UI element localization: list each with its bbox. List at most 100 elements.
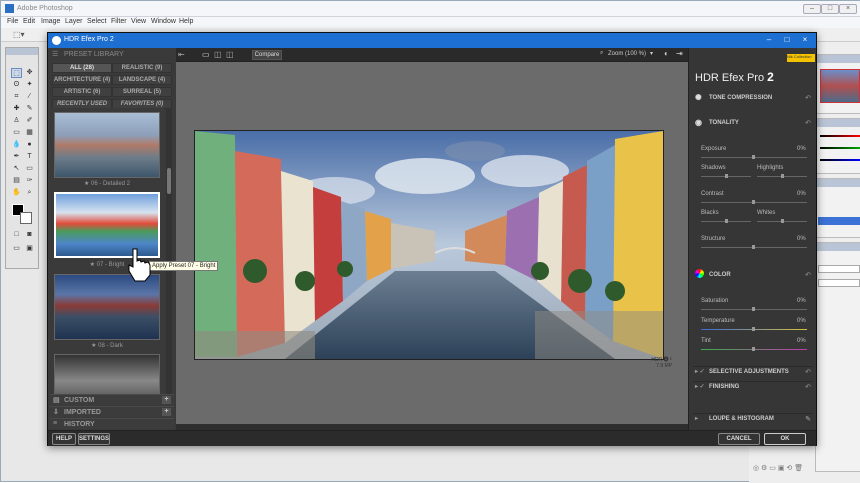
minimize-button[interactable]: – — [803, 4, 821, 14]
contrast-slider[interactable] — [701, 200, 807, 204]
expand-selective-icon[interactable]: ▸ ✓ — [695, 368, 705, 375]
hdr-close-button[interactable]: × — [798, 34, 812, 46]
lasso-tool-icon[interactable]: ʘ — [11, 80, 22, 90]
temperature-slider[interactable] — [701, 327, 807, 331]
category-surreal[interactable]: SURREAL (5) — [112, 87, 172, 97]
color-reset-icon[interactable]: ↶ — [805, 271, 811, 279]
ok-button[interactable]: OK — [764, 433, 806, 445]
hdr-maximize-button[interactable]: □ — [780, 34, 794, 46]
temperature-knob[interactable] — [752, 327, 755, 331]
saturation-slider[interactable] — [701, 307, 807, 311]
structure-slider[interactable] — [701, 245, 807, 249]
loupe-pin-icon[interactable]: ✎ — [805, 415, 811, 423]
menu-image[interactable]: Image — [41, 18, 60, 25]
contrast-knob[interactable] — [752, 200, 755, 204]
preset-08-thumbnail[interactable] — [54, 274, 160, 340]
background-color-swatch[interactable] — [20, 212, 32, 224]
move-tool-icon[interactable]: ✥ — [24, 68, 35, 78]
selective-reset-icon[interactable]: ↶ — [805, 368, 811, 376]
zoom-tool-icon[interactable]: ⌕ — [24, 188, 35, 198]
tonality-section[interactable]: ◉ TONALITY ↶ — [693, 118, 813, 129]
finishing-reset-icon[interactable]: ↶ — [805, 383, 811, 391]
eyedropper-icon[interactable]: ✑ — [24, 176, 35, 186]
finishing-section[interactable]: ▸ ✓ FINISHING ↶ — [693, 381, 813, 392]
tone-compression-section[interactable]: ✺ TONE COMPRESSION ↶ — [693, 93, 813, 104]
loupe-histogram-section[interactable]: ▸ LOUPE & HISTOGRAM ✎ — [693, 413, 813, 424]
saturation-knob[interactable] — [752, 307, 755, 311]
highlights-knob[interactable] — [781, 174, 784, 178]
type-tool-icon[interactable]: T — [24, 152, 35, 162]
settings-button[interactable]: SETTINGS — [78, 433, 110, 445]
brush-tool-icon[interactable]: ✎ — [24, 104, 35, 114]
zoom-chevron-icon[interactable]: ▾ — [650, 50, 653, 57]
tint-slider[interactable] — [701, 347, 807, 351]
category-architecture[interactable]: ARCHITECTURE (4) — [52, 75, 112, 85]
gradient-tool-icon[interactable]: ▦ — [24, 128, 35, 138]
help-button[interactable]: HELP — [52, 433, 76, 445]
exposure-knob[interactable] — [752, 155, 755, 159]
close-button[interactable]: × — [839, 4, 857, 14]
preset-09-thumbnail[interactable] — [54, 354, 160, 394]
opacity-field[interactable] — [818, 265, 860, 273]
blue-slider[interactable] — [820, 159, 860, 161]
section-history[interactable]: ≡ HISTORY — [50, 418, 174, 429]
slice-tool-icon[interactable]: ⁄ — [24, 92, 35, 102]
color-section[interactable]: COLOR ↶ — [693, 269, 813, 281]
toggle-controls-icon[interactable]: ⇥ — [676, 49, 683, 58]
section-custom[interactable]: ▤ CUSTOM + — [50, 394, 174, 405]
shadows-knob[interactable] — [725, 174, 728, 178]
red-slider[interactable] — [820, 135, 860, 137]
side-by-side-icon[interactable]: ◫ — [226, 50, 234, 59]
path-select-icon[interactable]: ↖ — [11, 164, 22, 174]
menu-edit[interactable]: Edit — [23, 18, 35, 25]
cancel-button[interactable]: CANCEL — [718, 433, 760, 445]
screen-mode-2-icon[interactable]: ▣ — [24, 244, 35, 254]
menu-filter[interactable]: Filter — [111, 18, 127, 25]
add-imported-icon[interactable]: + — [162, 408, 171, 416]
history-brush-icon[interactable]: ✐ — [24, 116, 35, 126]
marquee-tool-icon[interactable]: ⬚ — [11, 68, 22, 78]
blacks-slider[interactable] — [701, 219, 751, 223]
healing-brush-icon[interactable]: ✚ — [11, 104, 22, 114]
marquee-options-icon[interactable]: ⬚▾ — [13, 30, 25, 39]
background-color-icon[interactable]: ◐ — [664, 49, 669, 58]
pen-tool-icon[interactable]: ✒ — [11, 152, 22, 162]
category-artistic[interactable]: ARTISTIC (6) — [52, 87, 112, 97]
clone-stamp-icon[interactable]: ♙ — [11, 116, 22, 126]
hand-tool-icon[interactable]: ✋ — [11, 188, 22, 198]
toggle-library-icon[interactable]: ⇤ — [178, 50, 185, 59]
quick-mask-icon[interactable]: ◙ — [24, 230, 35, 240]
menu-window[interactable]: Window — [151, 18, 176, 25]
menu-select[interactable]: Select — [87, 18, 106, 25]
tonality-reset-icon[interactable]: ↶ — [805, 119, 811, 127]
shadows-slider[interactable] — [701, 174, 751, 178]
whites-knob[interactable] — [781, 219, 784, 223]
add-custom-icon[interactable]: + — [162, 396, 171, 404]
history-selected-row[interactable] — [818, 217, 860, 225]
blur-tool-icon[interactable]: 💧 — [11, 140, 22, 150]
expand-loupe-icon[interactable]: ▸ — [695, 415, 698, 422]
section-imported[interactable]: ⇩ IMPORTED + — [50, 406, 174, 417]
menu-help[interactable]: Help — [179, 18, 193, 25]
blacks-knob[interactable] — [725, 219, 728, 223]
fill-field[interactable] — [818, 279, 860, 287]
screen-mode-1-icon[interactable]: ▭ — [11, 244, 22, 254]
expand-finishing-icon[interactable]: ▸ ✓ — [695, 383, 705, 390]
menu-layer[interactable]: Layer — [65, 18, 83, 25]
green-slider[interactable] — [820, 147, 860, 149]
whites-slider[interactable] — [757, 219, 807, 223]
preset-06-thumbnail[interactable] — [54, 112, 160, 178]
split-view-icon[interactable]: ◫ — [214, 50, 222, 59]
crop-tool-icon[interactable]: ⌗ — [11, 92, 22, 102]
category-realistic[interactable]: REALISTIC (9) — [112, 63, 172, 73]
tint-knob[interactable] — [752, 347, 755, 351]
single-view-icon[interactable]: ▭ — [202, 50, 210, 59]
tone-reset-icon[interactable]: ↶ — [805, 94, 811, 102]
menu-view[interactable]: View — [131, 18, 146, 25]
hdr-minimize-button[interactable]: – — [762, 34, 776, 46]
compare-button[interactable]: Compare — [252, 50, 282, 60]
menu-file[interactable]: File — [7, 18, 18, 25]
category-all[interactable]: ALL (28) — [52, 63, 112, 73]
panel-footer-icons[interactable]: ◎ ⚙ ▭ ▣ ⟲ 🗑 — [753, 464, 857, 474]
structure-knob[interactable] — [752, 245, 755, 249]
